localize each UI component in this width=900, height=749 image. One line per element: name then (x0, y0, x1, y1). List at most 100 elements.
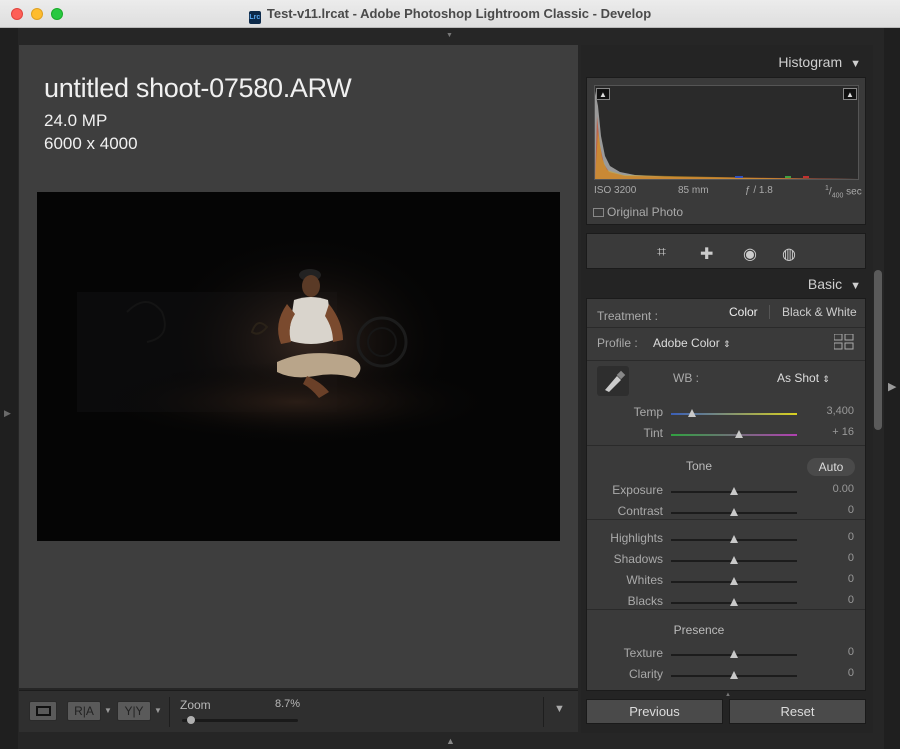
highlights-label: Highlights (610, 531, 663, 545)
right-panel-toggle-icon[interactable]: ▶ (888, 380, 896, 393)
lightroom-app-icon: Lrc (248, 11, 261, 24)
texture-value[interactable]: 0 (794, 646, 854, 658)
wb-label: WB : (673, 371, 699, 385)
shadow-clipping-icon[interactable]: ▲ (596, 88, 610, 100)
histogram-header[interactable]: Histogram ▼ (778, 54, 861, 70)
temp-slider-knob[interactable] (688, 409, 697, 417)
iso-readout: ISO 3200 (594, 185, 637, 196)
divider (587, 445, 865, 446)
contrast-value[interactable]: 0 (794, 504, 854, 516)
basic-collapse-icon[interactable]: ▼ (850, 280, 861, 292)
highlight-clipping-icon[interactable]: ▲ (843, 88, 857, 100)
before-after-lr-button[interactable]: R|A (67, 701, 101, 721)
wb-stepper-icon: ⇕ (822, 374, 830, 384)
whites-slider[interactable] (671, 577, 797, 585)
treatment-bw-option[interactable]: Black & White (782, 305, 857, 319)
zoom-label: Zoom (180, 698, 211, 712)
zoom-slider[interactable] (182, 719, 298, 722)
whites-label: Whites (626, 573, 663, 587)
crop-icon[interactable]: ⌗ (657, 244, 666, 262)
exposure-slider-knob[interactable] (730, 487, 738, 495)
highlights-slider[interactable] (671, 535, 797, 543)
shutter-numerator: 1 (825, 185, 829, 192)
histogram-box: ▲ ▲ ISO 3200 85 mm ƒ / 1.8 1/400 sec Ori… (586, 77, 866, 225)
shadows-slider[interactable] (671, 556, 797, 564)
right-panel-scrollbar[interactable] (874, 270, 882, 430)
focal-length-readout: 85 mm (678, 185, 709, 196)
divider (587, 327, 865, 328)
contrast-slider[interactable] (671, 508, 797, 516)
previous-button[interactable]: Previous (586, 699, 723, 724)
window-title: Test-v11.lrcat - Adobe Photoshop Lightro… (266, 6, 652, 21)
photo-megapixels: 24.0 MP (44, 111, 108, 130)
before-after-lr-dropdown-icon[interactable]: ▼ (104, 706, 112, 715)
highlights-value[interactable]: 0 (794, 531, 854, 543)
app-window: Lrc Test-v11.lrcat - Adobe Photoshop Ligh… (0, 0, 900, 749)
temp-label: Temp (633, 405, 663, 419)
filmstrip-toggle-icon[interactable]: ▲ (446, 736, 455, 746)
red-eye-icon[interactable]: ◉ (743, 244, 757, 264)
profile-browser-icon[interactable] (833, 333, 854, 355)
auto-tone-button[interactable]: Auto (807, 458, 855, 476)
bottom-toolbar: R|A ▼ Y|Y ▼ Zoom 8.7% ▼ (19, 690, 578, 732)
clarity-slider[interactable] (671, 671, 797, 679)
top-panel-toggle-icon[interactable]: ▼ (446, 32, 456, 39)
whites-value[interactable]: 0 (794, 573, 854, 585)
shutter-unit: sec (846, 186, 862, 198)
divider (587, 360, 865, 361)
contrast-slider-knob[interactable] (730, 508, 738, 516)
title-bar: Lrc Test-v11.lrcat - Adobe Photoshop Ligh… (0, 0, 900, 28)
loupe-view-button[interactable] (29, 701, 57, 721)
before-after-tb-dropdown-icon[interactable]: ▼ (154, 706, 162, 715)
left-panel-toggle-icon[interactable]: ▶ (4, 408, 11, 419)
shadows-value[interactable]: 0 (794, 552, 854, 564)
blacks-slider[interactable] (671, 598, 797, 606)
reset-button[interactable]: Reset (729, 699, 866, 724)
texture-slider[interactable] (671, 650, 797, 658)
clarity-value[interactable]: 0 (794, 667, 854, 679)
histogram-graph[interactable]: ▲ ▲ (594, 85, 859, 180)
zoom-slider-knob[interactable] (186, 716, 195, 724)
treatment-divider (769, 305, 770, 319)
texture-slider-knob[interactable] (730, 650, 738, 658)
loupe-view-icon (36, 706, 51, 716)
main-photo[interactable] (37, 192, 560, 541)
whites-slider-knob[interactable] (730, 577, 738, 585)
highlights-slider-knob[interactable] (730, 535, 738, 543)
tint-value[interactable]: + 16 (794, 426, 854, 438)
tint-slider-knob[interactable] (735, 430, 744, 438)
shutter-denominator: 400 (831, 192, 844, 200)
photo-dimensions: 6000 x 4000 (44, 134, 138, 153)
temp-slider[interactable] (671, 409, 797, 417)
blacks-value[interactable]: 0 (794, 594, 854, 606)
basic-header[interactable]: Basic ▼ (808, 276, 861, 292)
exposure-label: Exposure (612, 483, 663, 497)
shadows-slider-knob[interactable] (730, 556, 738, 564)
tint-slider[interactable] (671, 430, 797, 438)
blacks-slider-knob[interactable] (730, 598, 738, 606)
masking-icon[interactable]: ◍ (782, 244, 796, 264)
clarity-slider-knob[interactable] (730, 671, 738, 679)
profile-value: Adobe Color (653, 336, 720, 350)
toolbar-content-dropdown-icon[interactable]: ▼ (554, 703, 565, 715)
original-photo-toggle[interactable]: Original Photo (593, 205, 683, 219)
presence-section-title: Presence (673, 623, 725, 637)
divider (587, 609, 865, 610)
histogram-collapse-icon[interactable]: ▼ (850, 58, 861, 70)
right-panel: Histogram ▼ ▲ ▲ ISO 3200 85 mm ƒ / 1.8 1/… (581, 45, 873, 733)
profile-select[interactable]: Adobe Color ⇕ (653, 336, 731, 350)
panel-scroll-indicator-icon: ▲ (725, 692, 731, 698)
original-photo-checkbox[interactable] (593, 208, 604, 217)
exposure-slider[interactable] (671, 487, 797, 495)
wb-eyedropper-icon[interactable] (597, 366, 629, 396)
blacks-label: Blacks (627, 594, 663, 608)
treatment-color-option[interactable]: Color (729, 305, 758, 319)
contrast-label: Contrast (617, 504, 663, 518)
wb-select[interactable]: As Shot ⇕ (777, 371, 830, 385)
temp-value[interactable]: 3,400 (794, 405, 854, 417)
before-after-tb-button[interactable]: Y|Y (117, 701, 151, 721)
healing-icon[interactable]: ✚ (700, 244, 713, 264)
original-photo-label: Original Photo (607, 205, 684, 219)
exposure-value[interactable]: 0.00 (794, 483, 854, 495)
tool-strip: ⌗ ✚ ◉ ◍ (586, 233, 866, 269)
